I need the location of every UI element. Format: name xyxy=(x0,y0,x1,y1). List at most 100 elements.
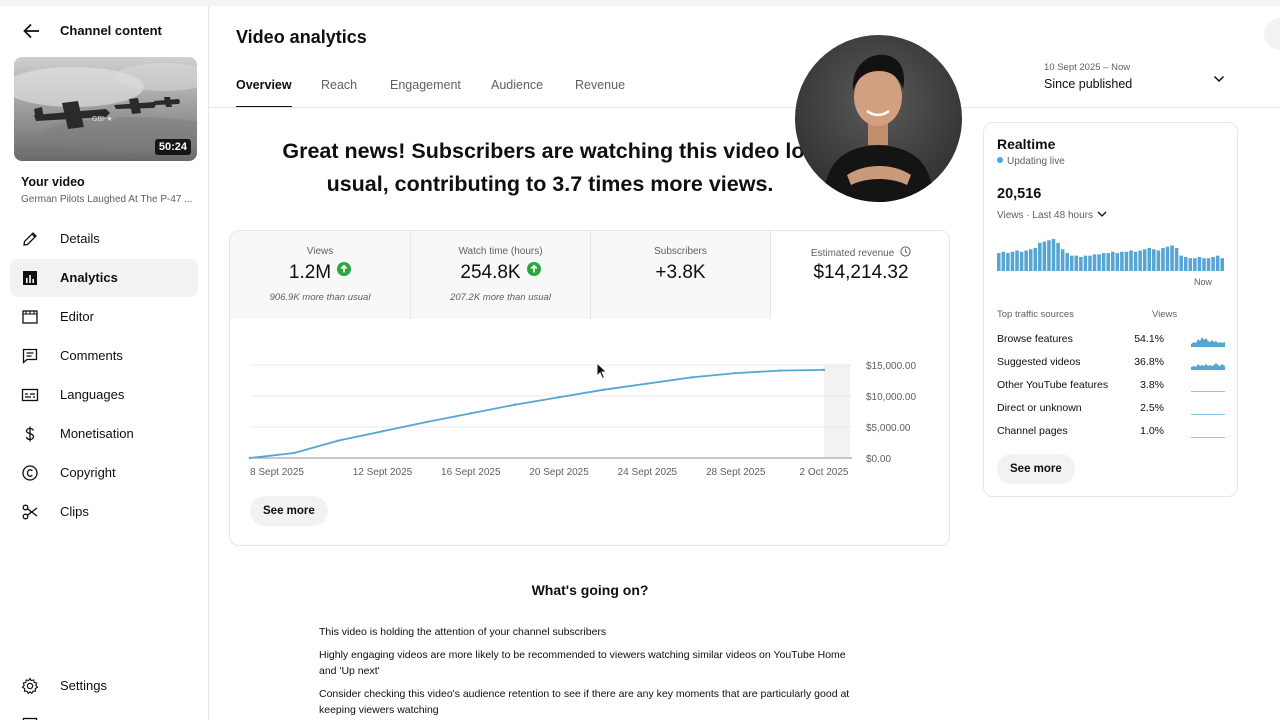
realtime-bar xyxy=(1193,258,1197,271)
realtime-bar xyxy=(1211,256,1215,271)
metric-number: 254.8K xyxy=(460,262,521,283)
sidebar-item-details[interactable]: Details xyxy=(10,220,198,258)
traffic-source-pct: 1.0% xyxy=(1140,425,1164,437)
metric-views[interactable]: Views 1.2M 906.9K more than usual xyxy=(230,231,410,319)
clock-icon xyxy=(900,246,911,257)
see-more-button[interactable]: See more xyxy=(250,496,328,526)
realtime-status: Updating live xyxy=(997,156,1065,167)
pencil-icon xyxy=(23,232,37,246)
video-thumbnail[interactable]: GBI-★- 50:24 xyxy=(14,57,197,161)
tab-revenue[interactable]: Revenue xyxy=(575,78,625,108)
x-tick-label: 20 Sept 2025 xyxy=(529,467,589,478)
realtime-bar xyxy=(1069,255,1074,271)
sidebar-item-analytics[interactable]: Analytics xyxy=(10,259,198,297)
revenue-data-point xyxy=(425,420,428,424)
video-title: German Pilots Laughed At The P-47 ... xyxy=(21,194,193,205)
realtime-bar xyxy=(1024,250,1028,271)
sidebar-item-label: Copyright xyxy=(60,465,116,480)
realtime-bar xyxy=(1106,253,1110,271)
realtime-bar xyxy=(1147,247,1152,271)
realtime-period-text: Views · Last 48 hours xyxy=(997,210,1093,221)
metric-estimated-revenue[interactable]: Estimated revenue $14,214.32 xyxy=(771,231,949,319)
traffic-source-row[interactable]: Suggested videos 36.8% xyxy=(984,352,1237,372)
realtime-bar xyxy=(997,253,1001,271)
realtime-bar xyxy=(1174,247,1179,271)
x-tick-label: 28 Sept 2025 xyxy=(706,467,766,478)
traffic-source-name: Browse features xyxy=(997,333,1073,345)
tab-engagement[interactable]: Engagement xyxy=(390,78,461,108)
insight-paragraph: This video is holding the attention of y… xyxy=(319,626,607,638)
scissors-icon xyxy=(22,504,38,520)
traffic-source-row[interactable]: Browse features 54.1% xyxy=(984,329,1237,349)
sidebar-item-comments[interactable]: Comments xyxy=(10,337,198,375)
insight-paragraph: Consider checking this video's audience … xyxy=(319,688,850,716)
realtime-bar xyxy=(1060,249,1065,271)
metric-label: Estimated revenue xyxy=(771,246,949,259)
back-arrow-icon[interactable] xyxy=(20,20,42,42)
sidebar-item-editor[interactable]: Editor xyxy=(10,298,198,336)
realtime-period-selector[interactable]: Views · Last 48 hours xyxy=(997,208,1108,221)
insights-title: What's going on? xyxy=(531,582,649,598)
revenue-data-point xyxy=(248,456,252,460)
traffic-sources-header: Top traffic sources xyxy=(997,309,1074,320)
metric-value: 254.8K xyxy=(411,262,590,284)
realtime-bar xyxy=(1092,254,1097,271)
sidebar-item-monetisation[interactable]: Monetisation xyxy=(10,415,198,453)
help-button[interactable] xyxy=(1264,18,1280,50)
y-tick-label: $15,000.00 xyxy=(866,361,916,372)
sidebar-item-settings[interactable]: Settings xyxy=(10,667,198,705)
date-range-picker[interactable]: 10 Sept 2025 – Now Since published xyxy=(1044,62,1230,96)
realtime-see-more-button[interactable]: See more xyxy=(997,454,1075,484)
tab-reach[interactable]: Reach xyxy=(321,78,357,108)
traffic-source-row[interactable]: Channel pages 1.0% xyxy=(984,421,1237,441)
tab-overview[interactable]: Overview xyxy=(236,78,292,108)
sidebar-item-label: Comments xyxy=(60,348,123,363)
revenue-line-chart: $15,000.00 $10,000.00 $5,000.00 $0.00 8 Sept… xyxy=(248,361,916,478)
realtime-bar xyxy=(1001,251,1006,271)
realtime-bar xyxy=(1206,258,1211,271)
traffic-source-pct: 3.8% xyxy=(1140,379,1164,391)
metric-label: Views xyxy=(306,246,334,257)
x-tick-label: 12 Sept 2025 xyxy=(353,467,413,478)
traffic-source-row[interactable]: Direct or unknown 2.5% xyxy=(984,398,1237,418)
realtime-card: Realtime Updating live 20,516 Views · La… xyxy=(983,122,1238,497)
metric-watch-time[interactable]: Watch time (hours) 254.8K 207.2K more th… xyxy=(411,231,590,319)
your-video-label: Your video xyxy=(21,175,85,189)
realtime-bar xyxy=(1152,249,1156,271)
x-tick-label: 2 Oct 2025 xyxy=(800,467,849,478)
realtime-bar xyxy=(1038,242,1042,271)
y-tick-label: $5,000.00 xyxy=(866,423,911,434)
metric-label-text: Estimated revenue xyxy=(810,248,895,259)
sparkline-flat xyxy=(1191,437,1225,438)
headline-line-2: usual, contributing to 3.7 times more vi… xyxy=(326,172,774,196)
revenue-data-point xyxy=(822,368,826,372)
sidebar-item-label: Details xyxy=(60,231,100,246)
sidebar-item-copyright[interactable]: Copyright xyxy=(10,454,198,492)
sidebar-item-languages[interactable]: Languages xyxy=(10,376,198,414)
realtime-bar xyxy=(1101,253,1106,271)
sidebar-item-label: Settings xyxy=(60,678,107,693)
revenue-data-point xyxy=(513,403,517,406)
trend-up-icon xyxy=(526,262,541,276)
sidebar-item-feedback[interactable] xyxy=(10,706,198,720)
metric-label: Subscribers xyxy=(654,246,707,257)
presenter-avatar xyxy=(795,35,962,202)
metric-number: $14,214.32 xyxy=(813,262,909,283)
traffic-source-row[interactable]: Other YouTube features 3.8% xyxy=(984,375,1237,395)
realtime-bar xyxy=(1120,251,1124,271)
realtime-now-label: Now xyxy=(1194,277,1213,287)
sidebar-item-label: Analytics xyxy=(60,270,118,285)
x-tick-label: 8 Sept 2025 xyxy=(250,467,304,478)
realtime-bar xyxy=(1179,255,1183,271)
traffic-source-name: Suggested videos xyxy=(997,356,1081,368)
traffic-views-header: Views xyxy=(1152,309,1178,320)
date-range-text: 10 Sept 2025 – Now xyxy=(1044,62,1131,73)
sidebar-item-label: Languages xyxy=(60,387,125,402)
realtime-bar xyxy=(1019,251,1024,271)
sidebar-item-clips[interactable]: Clips xyxy=(10,493,198,531)
realtime-bar-chart xyxy=(997,239,1224,271)
revenue-data-point xyxy=(734,371,737,375)
realtime-bar xyxy=(1042,241,1047,271)
tab-audience[interactable]: Audience xyxy=(491,78,543,108)
metric-subscribers[interactable]: Subscribers +3.8K xyxy=(591,231,770,319)
